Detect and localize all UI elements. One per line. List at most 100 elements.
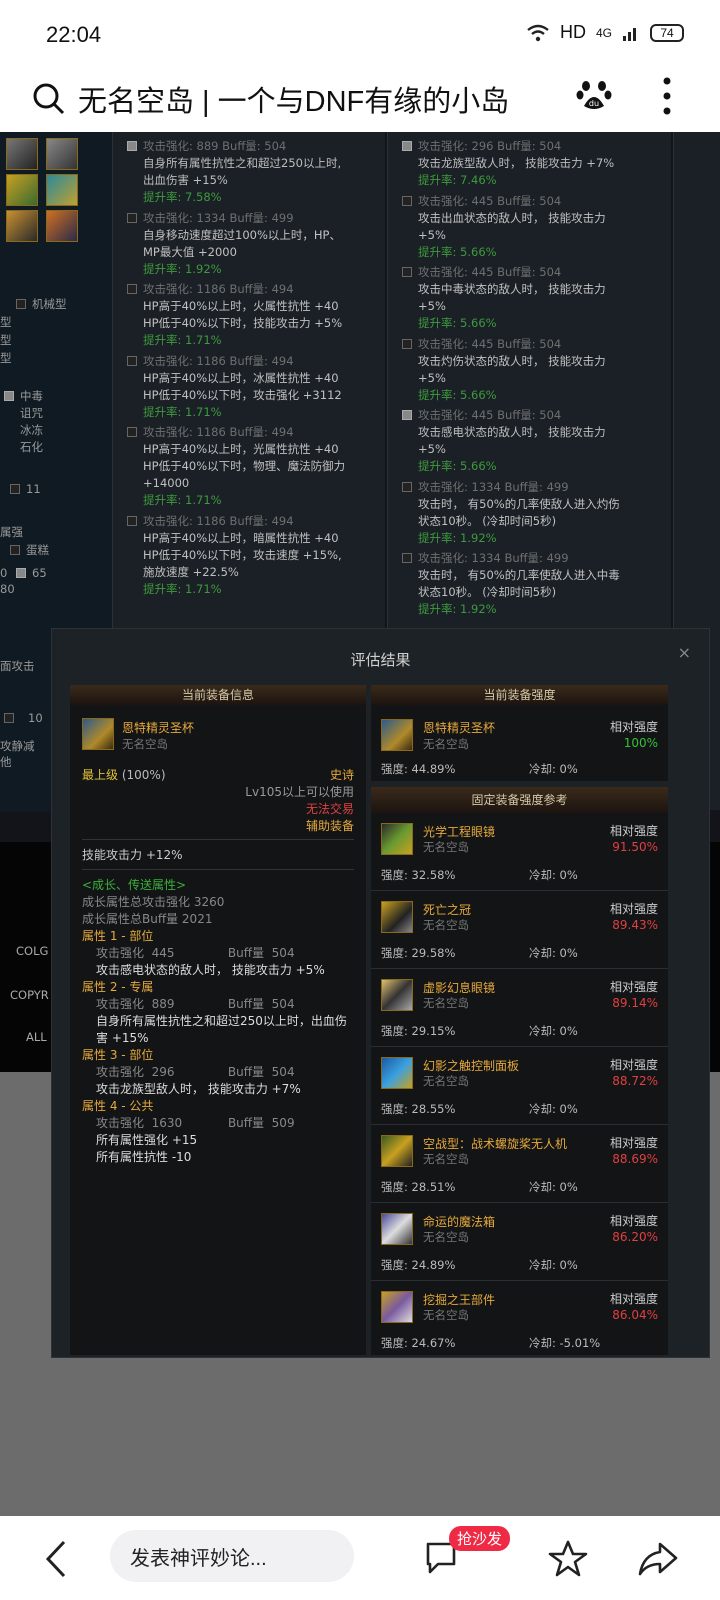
option-entry[interactable]: 攻击强化: 1186 Buff量: 494 HP高于40%以上时，光属性抗性 +4… [127, 424, 389, 509]
page-title[interactable]: 无名空岛 | 一个与DNF有缘的小岛 [78, 78, 509, 120]
option-stats: 攻击强化: 889 Buff量: 504 [143, 139, 287, 153]
equipment-slot-icon[interactable] [46, 138, 78, 170]
checkbox[interactable] [16, 568, 26, 578]
option-description: HP高于40%以上时，光属性抗性 +40 [143, 442, 339, 456]
evaluation-result-modal: 评估结果 × 当前装备信息 恩特精灵圣杯 无名空岛 最上级 (100%) 史诗 … [51, 628, 710, 1358]
filter-value-label: 0 [0, 566, 8, 580]
strength-value: 强度: 24.89% [381, 1258, 456, 1272]
filter-mech-label: 机械型 [32, 297, 67, 311]
checkbox[interactable] [402, 481, 412, 492]
option-description: HP低于40%以下时，攻击速度 +15%, [143, 547, 342, 562]
option-entry[interactable]: 攻击强化: 1186 Buff量: 494 HP高于40%以上时，火属性抗性 +4… [127, 281, 389, 349]
checkbox[interactable] [10, 545, 20, 555]
option-description: +5% [418, 370, 446, 385]
reference-item-card[interactable]: 光学工程眼镜 无名空岛 相对强度 91.50% 强度: 32.58% 冷却: 0% [371, 813, 668, 891]
cooldown-value: 冷却: 0% [529, 762, 578, 776]
option-description: +14000 [143, 476, 190, 490]
clock: 22:04 [46, 22, 102, 47]
search-icon[interactable] [32, 82, 66, 116]
option-entry[interactable]: 攻击强化: 1186 Buff量: 494 HP高于40%以上时，冰属性抗性 +4… [127, 353, 389, 421]
reference-item-card[interactable]: 命运的魔法箱 无名空岛 相对强度 86.20% 强度: 24.89% 冷却: 0% [371, 1203, 668, 1281]
panel-header: 当前装备信息 [70, 685, 366, 705]
checkbox[interactable] [402, 410, 412, 420]
reference-item-card[interactable]: 空战型：战术螺旋桨无人机 无名空岛 相对强度 88.69% 强度: 28.51% 冷却: … [371, 1125, 668, 1203]
more-menu-icon[interactable] [662, 76, 672, 116]
equipment-slot-icon[interactable] [46, 210, 78, 242]
relative-strength-value: 89.43% [612, 918, 658, 932]
option-entry[interactable]: 攻击强化: 1334 Buff量: 499 自身移动速度超过100%以上时，HP、… [127, 210, 389, 278]
checkbox[interactable] [4, 391, 14, 401]
checkbox[interactable] [4, 713, 14, 723]
attribute-list: 属性 1 - 部位 攻击强化 445 Buff量 504 攻击感电状态的敌人时， 技… [82, 928, 358, 1166]
checkbox[interactable] [402, 553, 412, 563]
baidu-paw-icon[interactable]: du [576, 76, 612, 112]
relative-strength: 相对强度 89.14% [610, 979, 658, 1011]
panel-header: 当前装备强度 [371, 685, 668, 705]
star-icon[interactable] [548, 1540, 588, 1578]
option-description: HP高于40%以上时，火属性抗性 +40 [143, 299, 339, 313]
option-entry[interactable]: 攻击强化: 445 Buff量: 504 攻击中毒状态的敌人时， 技能攻击力 +5%… [402, 264, 664, 332]
equipment-slot-icon[interactable] [6, 210, 38, 242]
reference-item-card[interactable]: 死亡之冠 无名空岛 相对强度 89.43% 强度: 29.58% 冷却: 0% [371, 891, 668, 969]
checkbox[interactable] [10, 484, 20, 494]
relative-strength-label: 相对强度 [609, 980, 658, 994]
option-description: HP低于40%以下时，攻击强化 +3112 [143, 387, 342, 402]
wifi-icon [527, 24, 549, 41]
option-header: 攻击强化: 445 Buff量: 504 [402, 264, 664, 281]
attribute-description: 攻击感电状态的敌人时， 技能攻击力 +5% [96, 963, 325, 977]
option-rate: 提升率: 5.66% [418, 244, 497, 259]
close-icon[interactable]: × [678, 643, 691, 662]
attribute-description: 所有属性抗性 -10 [96, 1150, 192, 1164]
relative-strength-value: 91.50% [612, 840, 658, 854]
checkbox[interactable] [402, 267, 412, 277]
option-rate: 提升率: 7.58% [143, 190, 222, 204]
comment-input[interactable]: 发表神评妙论... [110, 1530, 354, 1582]
equipment-slot-icon[interactable] [6, 174, 38, 206]
checkbox[interactable] [127, 355, 137, 366]
equipment-slot-icon[interactable] [6, 138, 38, 170]
checkbox[interactable] [127, 212, 137, 223]
equipment-slot-icon[interactable] [46, 174, 78, 206]
option-stats: 攻击强化: 1334 Buff量: 499 [418, 551, 569, 565]
option-entry[interactable]: 攻击强化: 889 Buff量: 504 自身所有属性抗性之和超过250以上时, 出… [127, 138, 389, 206]
option-rate: 提升率: 5.66% [418, 459, 497, 473]
item-source: 无名空岛 [423, 737, 469, 751]
option-header: 攻击强化: 889 Buff量: 504 [127, 138, 389, 155]
option-entry[interactable]: 攻击强化: 1334 Buff量: 499 攻击时， 有50%的几率使敌人进入灼伤… [402, 479, 664, 547]
option-header: 攻击强化: 1186 Buff量: 494 [127, 281, 389, 298]
filter-value-label: 80 [0, 582, 15, 596]
checkbox[interactable] [402, 338, 412, 349]
checkbox[interactable] [127, 141, 137, 151]
option-entry[interactable]: 攻击强化: 1334 Buff量: 499 攻击时， 有50%的几率使敌人进入中毒… [402, 550, 664, 618]
checkbox[interactable] [127, 515, 137, 526]
checkbox[interactable] [402, 195, 412, 206]
reference-item-card[interactable]: 虚影幻息眼镜 无名空岛 相对强度 89.14% 强度: 29.15% 冷却: 0% [371, 969, 668, 1047]
option-stats: 攻击强化: 1334 Buff量: 499 [418, 479, 569, 494]
relative-strength-value: 86.20% [612, 1230, 658, 1244]
grade-percent: (100%) [121, 768, 166, 782]
option-description: 攻击中毒状态的敌人时， 技能攻击力 [418, 282, 606, 296]
back-arrow-icon[interactable] [44, 1540, 68, 1578]
checkbox[interactable] [16, 299, 26, 309]
item-source: 无名空岛 [423, 918, 469, 932]
equipment-icon [381, 823, 413, 855]
option-entry[interactable]: 攻击强化: 445 Buff量: 504 攻击感电状态的敌人时， 技能攻击力 +5%… [402, 407, 664, 475]
option-entry[interactable]: 攻击强化: 1186 Buff量: 494 HP高于40%以上时，暗属性抗性 +4… [127, 513, 389, 598]
browser-top-bar: 无名空岛 | 一个与DNF有缘的小岛 du [0, 70, 720, 132]
share-icon[interactable] [638, 1540, 678, 1578]
reference-item-card[interactable]: 幻影之触控制面板 无名空岛 相对强度 88.72% 强度: 28.55% 冷却: 0% [371, 1047, 668, 1125]
option-entry[interactable]: 攻击强化: 445 Buff量: 504 攻击出血状态的敌人时， 技能攻击力 +5%… [402, 193, 664, 261]
reference-item-card[interactable]: 挖掘之王部件 无名空岛 相对强度 86.04% 强度: 24.67% 冷却: -5.01% [371, 1281, 668, 1355]
option-entry[interactable]: 攻击强化: 445 Buff量: 504 攻击灼伤状态的敌人时， 技能攻击力 +5%… [402, 336, 664, 404]
option-entry[interactable]: 攻击强化: 296 Buff量: 504 攻击龙族型敌人时， 技能攻击力 +7% 提… [402, 138, 664, 189]
checkbox[interactable] [402, 141, 412, 151]
filter-value-label: 65 [32, 566, 47, 580]
svg-text:du: du [589, 99, 599, 108]
attribute-description: 害 +15% [96, 1031, 149, 1045]
option-description: 攻击出血状态的敌人时， 技能攻击力 [418, 210, 606, 225]
equipment-icon [381, 901, 413, 933]
relative-strength-label: 相对强度 [609, 1136, 658, 1150]
checkbox[interactable] [127, 284, 137, 294]
comment-badge[interactable]: 抢沙发 [449, 1526, 511, 1551]
checkbox[interactable] [127, 427, 137, 437]
